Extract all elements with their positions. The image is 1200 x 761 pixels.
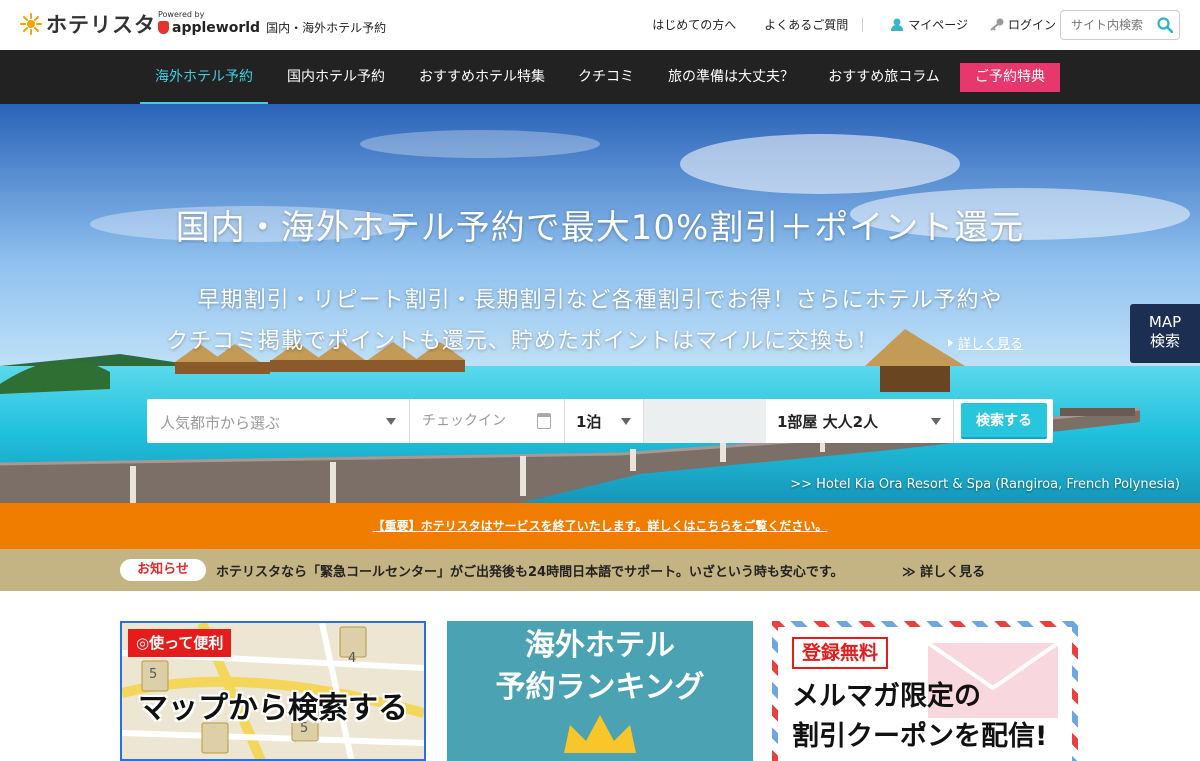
newsletter-card[interactable]: 登録無料 メルマガ限定の 割引クーポンを配信! <box>772 621 1078 761</box>
site-logo[interactable]: ホテリスタ <box>20 9 156 39</box>
map-search-card[interactable]: ◎使って便利 5 4 5 マップから検索する <box>120 621 426 761</box>
hero-more-link[interactable]: 詳しく見る <box>948 333 1023 352</box>
card-title: メルマガ限定の 割引クーポンを配信! <box>792 677 1047 757</box>
partner-subtitle: 国内・海外ホテル予約 <box>266 21 387 35</box>
site-header: ホテリスタ Powered by appleworld 国内・海外ホテル予約 は… <box>0 0 1200 50</box>
site-search <box>1060 10 1180 40</box>
card-title-line2: 割引クーポンを配信! <box>792 721 1048 752</box>
nav-domestic-hotels[interactable]: 国内ホテル予約 <box>276 50 396 104</box>
faq-link[interactable]: よくあるご質問 <box>764 16 848 33</box>
hero-banner: 国内・海外ホテル予約で最大10%割引＋ポイント還元 早期割引・リピート割引・長期… <box>0 104 1200 503</box>
card-title-line1: 海外ホテル <box>525 628 675 663</box>
notice-more-link[interactable]: ≫ 詳しく見る <box>902 561 985 580</box>
crown-icon <box>564 715 636 753</box>
chevron-down-icon <box>621 418 631 425</box>
login-link[interactable]: ログイン <box>990 16 1056 33</box>
rooms-guests-value: 1部屋 大人2人 <box>777 413 879 431</box>
hero-title: 国内・海外ホテル予約で最大10%割引＋ポイント還元 <box>175 208 1025 248</box>
first-time-link[interactable]: はじめての方へ <box>652 16 736 33</box>
logo-text: ホテリスタ <box>46 13 156 37</box>
rooms-guests-select[interactable]: 1部屋 大人2人 <box>766 399 954 443</box>
nav-travel-columns[interactable]: おすすめ旅コラム <box>818 50 950 104</box>
map-pin-label: 5 <box>149 667 158 682</box>
map-button-line1: MAP <box>1148 313 1182 331</box>
map-pin-label: 4 <box>348 651 357 666</box>
card-badge: 登録無料 <box>792 637 889 669</box>
map-button-line2: 検索 <box>1149 332 1180 350</box>
service-end-alert: 【重要】ホテリスタはサービスを終了いたします。詳しくはこちらをご覧ください。 <box>0 503 1200 549</box>
hero-subtitle-line2: クチコミ掲載でポイントも還元、貯めたポイントはマイルに交換も！ <box>166 329 880 354</box>
map-search-button[interactable]: MAP 検索 <box>1130 304 1200 363</box>
nav-overseas-hotels[interactable]: 海外ホテル予約 <box>140 50 268 104</box>
photo-credit-link[interactable]: >> Hotel Kia Ora Resort & Spa (Rangiroa,… <box>790 477 1180 492</box>
city-select-placeholder: 人気都市から選ぶ <box>160 414 281 432</box>
card-title: 海外ホテル 予約ランキング <box>447 625 753 709</box>
main-nav: 海外ホテル予約 国内ホテル予約 おすすめホテル特集 クチコミ 旅の準備は大丈夫？… <box>0 50 1200 104</box>
card-title: マップから検索する <box>138 691 408 726</box>
checkout-field[interactable] <box>644 399 766 443</box>
search-icon[interactable] <box>1157 17 1173 33</box>
service-end-alert-link[interactable]: 【重要】ホテリスタはサービスを終了いたします。詳しくはこちらをご覧ください。 <box>373 519 828 533</box>
notice-text: ホテリスタなら「緊急コールセンター」がご出発後も24時間日本語でサポート。いざと… <box>216 565 844 580</box>
hotel-search-bar: 人気都市から選ぶ チェックイン 1泊 1部屋 大人2人 検索する <box>147 399 1053 443</box>
nav-featured-hotels[interactable]: おすすめホテル特集 <box>404 50 560 104</box>
login-label: ログイン <box>1007 18 1056 32</box>
nights-value: 1泊 <box>576 413 602 431</box>
newsletter-card-body: 登録無料 メルマガ限定の 割引クーポンを配信! <box>778 627 1072 761</box>
checkin-placeholder: チェックイン <box>422 413 506 429</box>
card-title-line1: メルマガ限定の <box>792 681 981 712</box>
header-links: はじめての方へ よくあるご質問 マイページ ログイン <box>624 16 1056 33</box>
powered-by-label: Powered by <box>158 10 205 19</box>
notice-bar: お知らせ ホテリスタなら「緊急コールセンター」がご出発後も24時間日本語でサポー… <box>0 549 1200 591</box>
hero-more-label: 詳しく見る <box>958 337 1024 352</box>
chevron-down-icon <box>931 418 941 425</box>
header-divider <box>862 17 864 32</box>
nights-select[interactable]: 1泊 <box>565 399 644 443</box>
hero-subtitle-line1: 早期割引・リピート割引・長期割引など各種割引でお得！さらにホテル予約や <box>197 288 1003 313</box>
calendar-icon[interactable] <box>537 413 551 429</box>
user-icon <box>891 18 904 31</box>
site-search-input[interactable] <box>1061 11 1151 39</box>
mypage-link[interactable]: マイページ <box>891 16 968 33</box>
nav-travel-prep[interactable]: 旅の準備は大丈夫？ <box>652 50 810 104</box>
checkin-field[interactable]: チェックイン <box>410 399 565 443</box>
nav-reviews[interactable]: クチコミ <box>568 50 644 104</box>
sun-icon <box>20 13 42 35</box>
booking-benefits-button[interactable]: ご予約特典 <box>960 63 1060 92</box>
chevron-down-icon <box>386 418 396 425</box>
hotel-ranking-card[interactable]: 海外ホテル 予約ランキング <box>447 621 753 761</box>
key-icon <box>990 18 1004 31</box>
appleworld-logo-icon <box>158 21 169 34</box>
city-select[interactable]: 人気都市から選ぶ <box>147 399 410 443</box>
partner-name: appleworld <box>172 19 261 36</box>
search-submit-button[interactable]: 検索する <box>961 403 1047 439</box>
triangle-right-icon <box>948 339 953 347</box>
partner-logo[interactable]: appleworld 国内・海外ホテル予約 <box>158 19 386 36</box>
card-badge: ◎使って便利 <box>128 629 232 657</box>
card-title-line2: 予約ランキング <box>495 670 705 705</box>
notice-badge: お知らせ <box>120 559 206 581</box>
mypage-label: マイページ <box>908 18 968 32</box>
